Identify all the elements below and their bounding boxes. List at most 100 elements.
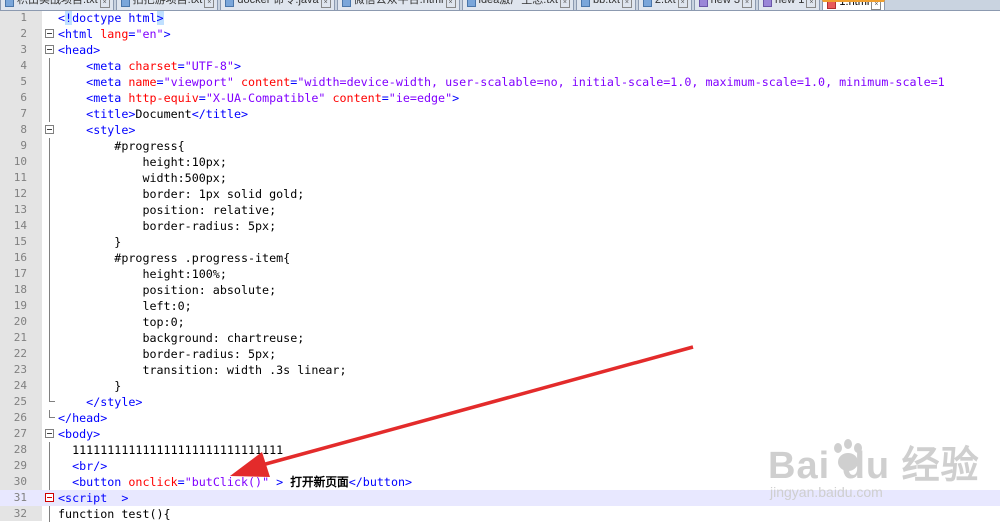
fold-toggle-icon[interactable] (45, 45, 54, 54)
close-tab-icon[interactable]: × (677, 0, 688, 8)
code-token: </button> (348, 475, 413, 489)
close-tab-icon[interactable]: × (742, 0, 753, 8)
code-token: = (381, 91, 389, 105)
code-token: <html (58, 27, 101, 41)
line-number: 32 (13, 507, 27, 520)
code-line[interactable]: 24 } (0, 378, 1000, 394)
close-tab-icon[interactable]: × (621, 0, 632, 8)
file-icon (642, 0, 652, 7)
fold-guide (49, 250, 50, 266)
code-text: transition: width .3s linear; (58, 362, 346, 378)
code-line[interactable]: 3 <head> (0, 42, 1000, 58)
line-number: 5 (20, 75, 27, 88)
code-line[interactable]: 6 <meta http-equiv="X-UA-Compatible" con… (0, 90, 1000, 106)
code-line[interactable]: 22 border-radius: 5px; (0, 346, 1000, 362)
code-token: function test(){ (58, 507, 171, 521)
code-text: <html lang="en"> (58, 26, 171, 42)
close-tab-icon[interactable]: × (871, 2, 882, 10)
code-text: background: chartreuse; (58, 330, 304, 346)
code-token: lang (100, 27, 129, 41)
close-tab-icon[interactable]: × (445, 0, 456, 8)
tab-label: new 1 (775, 0, 805, 6)
code-line[interactable]: 10 height:10px; (0, 154, 1000, 170)
file-icon (120, 0, 130, 7)
code-token: > (269, 475, 291, 489)
line-number: 20 (13, 315, 27, 328)
tab-label: 拍把游项目.txt (132, 0, 203, 6)
code-line[interactable]: 5 <meta name="viewport" content="width=d… (0, 74, 1000, 90)
tab-2[interactable]: docker 命令.java × (220, 0, 335, 10)
code-line[interactable]: 15 } (0, 234, 1000, 250)
fold-toggle-icon[interactable] (45, 125, 54, 134)
code-token: content (241, 75, 291, 89)
code-line[interactable]: 1 <!doctype html> (0, 10, 1000, 26)
code-text: <style> (58, 122, 135, 138)
line-number: 2 (20, 27, 27, 40)
code-text: #progress{ (58, 138, 184, 154)
file-icon (225, 0, 235, 7)
code-line[interactable]: 11 width:500px; (0, 170, 1000, 186)
tab-1[interactable]: 拍把游项目.txt × (115, 0, 219, 10)
fold-guide (49, 154, 50, 170)
code-line[interactable]: 2 <html lang="en"> (0, 26, 1000, 42)
fold-end-guide (49, 394, 55, 402)
code-line[interactable]: 20 top:0; (0, 314, 1000, 330)
tab-5[interactable]: bb.txt × (575, 0, 636, 10)
code-line[interactable]: 14 border-radius: 5px; (0, 218, 1000, 234)
line-number: 15 (13, 235, 27, 248)
code-text: border-radius: 5px; (58, 218, 276, 234)
tab-6[interactable]: 2.txt × (637, 0, 692, 10)
tab-label: idea激产生总.txt (478, 0, 558, 6)
close-tab-icon[interactable]: × (806, 0, 817, 8)
code-token: } (58, 235, 122, 249)
tab-0[interactable]: 积由实战项目.txt × (0, 0, 114, 10)
close-tab-icon[interactable]: × (99, 0, 110, 8)
code-text: <meta charset="UTF-8"> (58, 58, 241, 74)
code-token: <head> (58, 43, 101, 57)
tab-8[interactable]: new 1 × (758, 0, 821, 10)
code-text: </head> (58, 410, 107, 426)
close-tab-icon[interactable]: × (204, 0, 215, 8)
tab-7[interactable]: new 3 × (693, 0, 757, 10)
code-token: height:10px; (58, 155, 227, 169)
tab-3[interactable]: 微信公众平台.html × (336, 0, 460, 10)
file-icon (466, 0, 476, 7)
code-line[interactable]: 9 #progress{ (0, 138, 1000, 154)
code-token: <meta (86, 91, 129, 105)
code-line[interactable]: 26 </head> (0, 410, 1000, 426)
code-text: position: absolute; (58, 282, 276, 298)
line-number: 1 (20, 11, 27, 24)
code-line[interactable]: 16 #progress .progress-item{ (0, 250, 1000, 266)
fold-toggle-icon[interactable] (45, 29, 54, 38)
watermark-brand: Bai du 经验 (768, 445, 980, 487)
code-text: <head> (58, 42, 100, 58)
close-tab-icon[interactable]: × (320, 0, 331, 8)
code-token: "ie=edge" (388, 91, 453, 105)
code-line[interactable]: 19 left:0; (0, 298, 1000, 314)
fold-guide (49, 442, 50, 458)
code-token: #progress .progress-item{ (58, 251, 291, 265)
code-line[interactable]: 17 height:100%; (0, 266, 1000, 282)
code-token: height:100%; (58, 267, 227, 281)
fold-toggle-icon[interactable] (45, 429, 54, 438)
code-token: </head> (58, 411, 108, 425)
code-text: <script > (58, 490, 128, 506)
code-line[interactable]: 25 </style> (0, 394, 1000, 410)
code-line[interactable]: 13 position: relative; (0, 202, 1000, 218)
code-token: border-radius: 5px; (58, 219, 277, 233)
code-line[interactable]: 12 border: 1px solid gold; (0, 186, 1000, 202)
tab-4[interactable]: idea激产生总.txt × (461, 0, 574, 10)
code-line[interactable]: 21 background: chartreuse; (0, 330, 1000, 346)
code-line[interactable]: 7 <title>Document</title> (0, 106, 1000, 122)
code-line[interactable]: 4 <meta charset="UTF-8"> (0, 58, 1000, 74)
code-token: width:500px; (58, 171, 227, 185)
tab-label: docker 命令.java (237, 0, 319, 6)
code-line[interactable]: 8 <style> (0, 122, 1000, 138)
close-tab-icon[interactable]: × (559, 0, 570, 8)
code-token: = (156, 75, 164, 89)
fold-toggle-icon[interactable] (45, 493, 54, 502)
code-token: top:0; (58, 315, 185, 329)
code-line[interactable]: 18 position: absolute; (0, 282, 1000, 298)
code-line[interactable]: 23 transition: width .3s linear; (0, 362, 1000, 378)
